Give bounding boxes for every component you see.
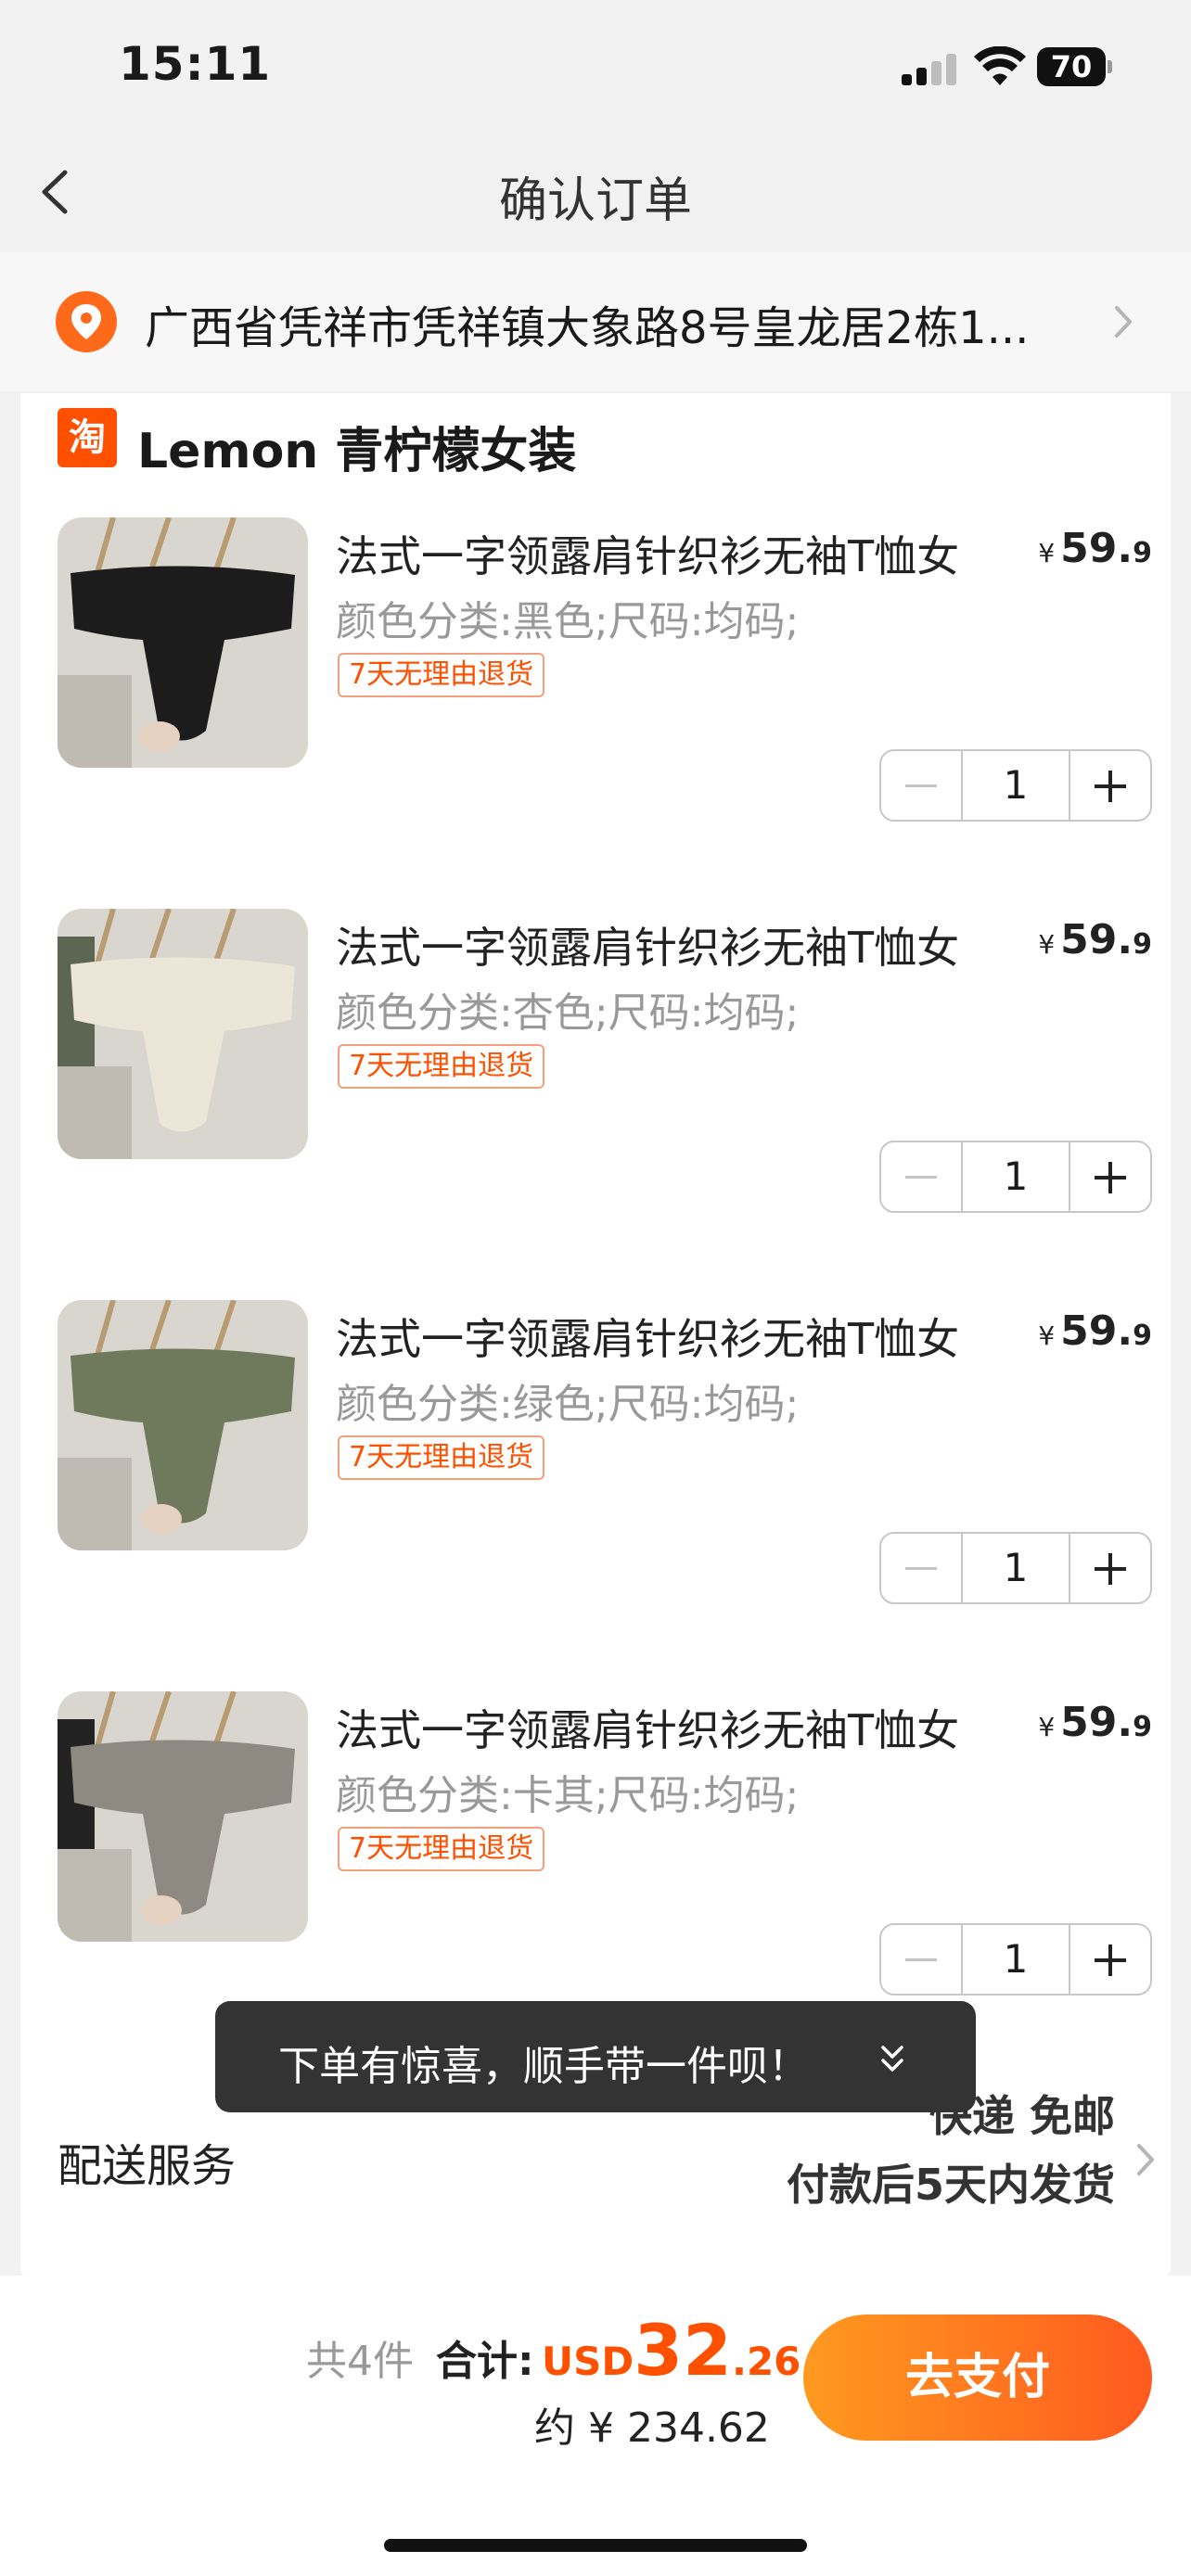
item-title: 法式一字领露肩针织衫无袖T恤女 (336, 1314, 960, 1364)
shop-name: Lemon 青柠檬女装 (137, 424, 577, 479)
product-image[interactable] (58, 909, 308, 1159)
item-spec[interactable]: 颜色分类:绿色;尺码:均码; (336, 1371, 799, 1430)
quantity-value[interactable]: 1 (961, 1534, 1070, 1602)
item-title: 法式一字领露肩针织衫无袖T恤女 (336, 531, 960, 581)
approx-cny-amount: 约 ¥ 234.62 (534, 2404, 770, 2452)
order-item[interactable]: 法式一字领露肩针织衫无袖T恤女 ¥59.9 颜色分类:黑色;尺码:均码; 7天无… (58, 517, 1152, 907)
return-policy-badge: 7天无理由退货 (338, 1827, 545, 1871)
decrease-button[interactable] (881, 1534, 961, 1602)
cellular-signal-icon (902, 54, 957, 85)
return-policy-badge: 7天无理由退货 (338, 1435, 545, 1480)
chevron-right-icon (1115, 306, 1132, 338)
total-amount: USD32.26 (542, 2309, 801, 2391)
item-price: ¥59.9 (1038, 1307, 1152, 1355)
checkout-bar: 共4件 合计: USD32.26 约 ¥ 234.62 去支付 (0, 2276, 1191, 2576)
return-policy-badge: 7天无理由退货 (338, 653, 545, 697)
product-image[interactable] (58, 517, 308, 768)
battery-level: 70 (1037, 47, 1106, 86)
promo-toast[interactable]: 下单有惊喜，顺手带一件呗！ (215, 2001, 976, 2112)
quantity-value[interactable]: 1 (961, 751, 1070, 820)
product-image[interactable] (58, 1300, 308, 1550)
item-title: 法式一字领露肩针织衫无袖T恤女 (336, 923, 960, 973)
double-chevron-down-icon (881, 2046, 903, 2072)
taobao-logo-icon: 淘 (58, 408, 117, 467)
wifi-icon (974, 46, 1026, 85)
pay-button[interactable]: 去支付 (803, 2315, 1152, 2441)
toast-text: 下单有惊喜，顺手带一件呗！ (278, 2043, 809, 2090)
product-image[interactable] (58, 1691, 308, 1942)
increase-button[interactable] (1070, 1142, 1150, 1211)
increase-button[interactable] (1070, 1534, 1150, 1602)
item-price: ¥59.9 (1038, 525, 1152, 572)
item-price: ¥59.9 (1038, 1699, 1152, 1746)
shop-order-card: 淘 Lemon 青柠檬女装 法式一字领露肩针织衫无袖T恤女 ¥59.9 颜色分类… (20, 393, 1171, 2277)
item-count: 共4件 (306, 2338, 414, 2385)
order-item[interactable]: 法式一字领露肩针织衫无袖T恤女 ¥59.9 颜色分类:绿色;尺码:均码; 7天无… (58, 1300, 1152, 1690)
quantity-stepper: 1 (879, 1923, 1152, 1996)
quantity-stepper: 1 (879, 1532, 1152, 1604)
nav-bar: 确认订单 (0, 139, 1191, 250)
decrease-button[interactable] (881, 1925, 961, 1994)
delivery-service-row[interactable]: 配送服务 快递 免邮 付款后5天内发货 (20, 2091, 1171, 2246)
battery-icon: 70 (1037, 47, 1112, 86)
status-bar: 15:11 70 (0, 0, 1191, 139)
quantity-stepper: 1 (879, 749, 1152, 822)
shop-header[interactable]: 淘 Lemon 青柠檬女装 (58, 406, 892, 479)
status-time: 15:11 (119, 37, 272, 91)
shipping-address[interactable]: 广西省凭祥市凭祥镇大象路8号皇龙居2栋1... (0, 252, 1191, 391)
home-indicator (384, 2539, 807, 2552)
item-spec[interactable]: 颜色分类:卡其;尺码:均码; (336, 1762, 799, 1821)
quantity-value[interactable]: 1 (961, 1142, 1070, 1211)
item-title: 法式一字领露肩针织衫无袖T恤女 (336, 1705, 960, 1755)
quantity-value[interactable]: 1 (961, 1925, 1070, 1994)
address-text: 广西省凭祥市凭祥镇大象路8号皇龙居2栋1... (145, 302, 1030, 354)
order-item[interactable]: 法式一字领露肩针织衫无袖T恤女 ¥59.9 颜色分类:杏色;尺码:均码; 7天无… (58, 909, 1152, 1298)
total-label: 合计: (436, 2338, 534, 2385)
delivery-label: 配送服务 (58, 2140, 237, 2192)
item-spec[interactable]: 颜色分类:杏色;尺码:均码; (336, 979, 799, 1039)
delivery-time: 付款后5天内发货 (786, 2160, 1115, 2210)
decrease-button[interactable] (881, 751, 961, 820)
item-spec[interactable]: 颜色分类:黑色;尺码:均码; (336, 588, 799, 647)
increase-button[interactable] (1070, 1925, 1150, 1994)
chevron-right-icon (1137, 2144, 1154, 2175)
page-title: 确认订单 (498, 173, 692, 229)
increase-button[interactable] (1070, 751, 1150, 820)
return-policy-badge: 7天无理由退货 (338, 1044, 545, 1089)
location-pin-icon (56, 291, 117, 352)
decrease-button[interactable] (881, 1142, 961, 1211)
item-price: ¥59.9 (1038, 916, 1152, 963)
quantity-stepper: 1 (879, 1141, 1152, 1213)
